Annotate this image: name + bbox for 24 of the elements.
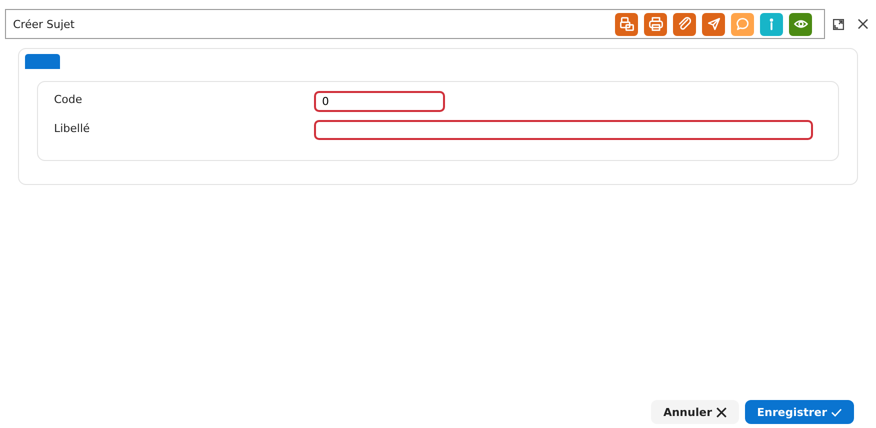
- cancel-button[interactable]: Annuler: [651, 400, 739, 424]
- paperclip-icon: [676, 16, 692, 32]
- view-button[interactable]: [789, 12, 812, 36]
- attach-button[interactable]: [673, 12, 696, 36]
- paper-plane-icon: [706, 16, 722, 32]
- info-icon: [769, 18, 774, 30]
- send-button[interactable]: [702, 12, 725, 36]
- speech-bubble-icon: [734, 16, 750, 32]
- check-icon: [831, 406, 842, 418]
- window-title: Créer Sujet: [13, 18, 76, 30]
- close-icon: [716, 406, 727, 418]
- input-field[interactable]: 0: [314, 91, 445, 112]
- comment-button[interactable]: [731, 12, 754, 36]
- close-icon[interactable]: [858, 19, 868, 29]
- printer-icon: [648, 16, 664, 32]
- input-field[interactable]: [314, 120, 813, 140]
- fax-button[interactable]: [615, 12, 638, 36]
- info-button[interactable]: [760, 12, 783, 36]
- field-label: Code: [54, 92, 84, 108]
- maximize-icon[interactable]: [833, 18, 844, 30]
- fax-icon: [618, 16, 634, 32]
- print-button[interactable]: [644, 12, 667, 36]
- save-button[interactable]: Enregistrer: [745, 400, 854, 424]
- field-label: Libellé: [54, 121, 91, 137]
